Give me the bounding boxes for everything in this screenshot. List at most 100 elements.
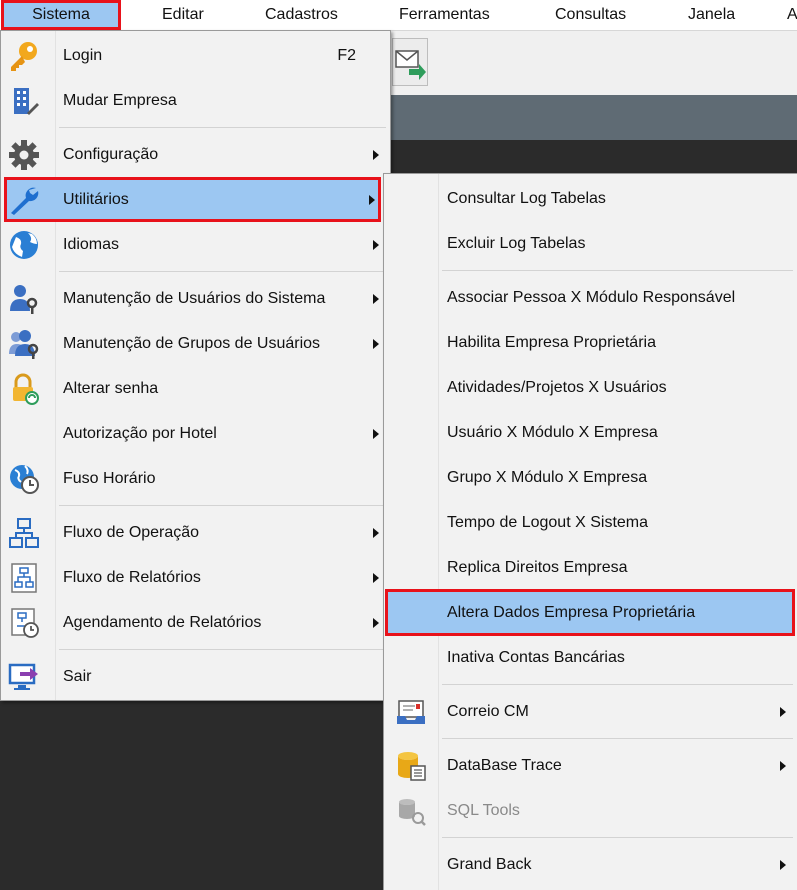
shortcut-label: F2	[337, 47, 356, 64]
menu-consultas[interactable]: Consultas	[555, 0, 626, 30]
menu-item-label: Tempo de Logout X Sistema	[447, 514, 649, 531]
menu-ajuda[interactable]: A	[787, 0, 797, 30]
menu-item-database-trace[interactable]: DataBase Trace	[385, 744, 796, 787]
menu-item-atividades-projetos[interactable]: Atividades/Projetos X Usuários	[385, 366, 796, 409]
menu-item-idiomas[interactable]: Idiomas	[2, 223, 389, 266]
menu-item-manutencao-usuarios[interactable]: Manutenção de Usuários do Sistema	[2, 277, 389, 320]
menu-item-label: Replica Direitos Empresa	[447, 559, 628, 576]
menu-item-label: Habilita Empresa Proprietária	[447, 334, 656, 351]
submenu-arrow-icon	[373, 618, 379, 628]
menu-item-fluxo-relatorios[interactable]: Fluxo de Relatórios	[2, 556, 389, 599]
menu-item-label: Autorização por Hotel	[63, 425, 217, 442]
menu-item-label: Atividades/Projetos X Usuários	[447, 379, 667, 396]
sql-tools-icon	[395, 795, 427, 827]
menu-item-label: Usuário X Módulo X Empresa	[447, 424, 658, 441]
menu-item-label: Inativa Contas Bancárias	[447, 649, 625, 666]
menu-item-grupo-modulo-empresa[interactable]: Grupo X Módulo X Empresa	[385, 456, 796, 499]
submenu-arrow-icon	[373, 573, 379, 583]
menu-item-mudar-empresa[interactable]: Mudar Empresa	[2, 79, 389, 122]
menu-item-configuracao[interactable]: Configuração	[2, 133, 389, 176]
wrench-icon	[8, 184, 40, 216]
submenu-arrow-icon	[780, 761, 786, 771]
mail-tray-icon	[395, 696, 427, 728]
menu-item-label: Fluxo de Relatórios	[63, 569, 201, 586]
menu-item-label: Utilitários	[63, 191, 129, 208]
menu-item-login[interactable]: Login F2	[2, 34, 389, 77]
menu-item-label: Manutenção de Usuários do Sistema	[63, 290, 326, 307]
menu-separator	[59, 127, 386, 128]
exit-monitor-icon	[8, 661, 40, 693]
submenu-arrow-icon	[369, 195, 375, 205]
menu-item-label: Configuração	[63, 146, 159, 163]
menu-item-consultar-log-tabelas[interactable]: Consultar Log Tabelas	[385, 177, 796, 220]
mail-send-icon	[395, 50, 426, 80]
flowchart-icon	[8, 517, 40, 549]
toolbar	[380, 31, 797, 95]
window-title-strip	[380, 95, 797, 140]
menu-item-label: Fluxo de Operação	[63, 524, 200, 541]
menu-sistema[interactable]: Sistema	[1, 0, 121, 30]
menu-separator	[442, 738, 793, 739]
report-schedule-icon	[8, 607, 40, 639]
menu-item-label: Grand Back	[447, 856, 532, 873]
menu-item-replica-direitos[interactable]: Replica Direitos Empresa	[385, 546, 796, 589]
menu-item-label: Excluir Log Tabelas	[447, 235, 586, 252]
building-icon	[8, 85, 40, 117]
user-key-icon	[8, 283, 40, 315]
menu-item-grand-back[interactable]: Grand Back	[385, 843, 796, 886]
menu-editar[interactable]: Editar	[162, 0, 204, 30]
menu-item-manutencao-grupos[interactable]: Manutenção de Grupos de Usuários	[2, 322, 389, 365]
menu-item-label: Altera Dados Empresa Proprietária	[447, 604, 696, 621]
menu-item-autorizacao-hotel[interactable]: Autorização por Hotel	[2, 412, 389, 455]
submenu-arrow-icon	[373, 429, 379, 439]
menu-item-tempo-logout[interactable]: Tempo de Logout X Sistema	[385, 501, 796, 544]
submenu-arrow-icon	[373, 294, 379, 304]
menu-item-fuso-horario[interactable]: Fuso Horário	[2, 457, 389, 500]
gear-icon	[8, 139, 40, 171]
menu-item-sql-tools[interactable]: SQL Tools	[385, 789, 796, 832]
globe-clock-icon	[8, 463, 40, 495]
menu-bar: Sistema Editar Cadastros Ferramentas Con…	[0, 0, 797, 31]
menu-item-label: Sair	[63, 668, 92, 685]
menu-item-sair[interactable]: Sair	[2, 655, 389, 698]
menu-item-label: Idiomas	[63, 236, 120, 253]
menu-item-alterar-senha[interactable]: Alterar senha	[2, 367, 389, 410]
submenu-arrow-icon	[373, 150, 379, 160]
submenu-arrow-icon	[780, 707, 786, 717]
menu-icon-gutter	[1, 31, 56, 700]
menu-item-agendamento-relatorios[interactable]: Agendamento de Relatórios	[2, 601, 389, 644]
menu-item-associar-pessoa-modulo[interactable]: Associar Pessoa X Módulo Responsável	[385, 276, 796, 319]
submenu-arrow-icon	[373, 240, 379, 250]
menu-ferramentas[interactable]: Ferramentas	[399, 0, 490, 30]
menu-separator	[59, 649, 386, 650]
menu-item-usuario-modulo-empresa[interactable]: Usuário X Módulo X Empresa	[385, 411, 796, 454]
menu-item-label: Manutenção de Grupos de Usuários	[63, 335, 321, 352]
menu-cadastros[interactable]: Cadastros	[265, 0, 338, 30]
menu-item-label: Agendamento de Relatórios	[63, 614, 262, 631]
toolbar-mail-button[interactable]	[392, 38, 428, 86]
menu-item-altera-dados-empresa[interactable]: Altera Dados Empresa Proprietária	[385, 589, 795, 636]
menu-separator	[442, 270, 793, 271]
menu-item-label: Associar Pessoa X Módulo Responsável	[447, 289, 736, 306]
lock-refresh-icon	[8, 373, 40, 405]
menu-item-label: Grupo X Módulo X Empresa	[447, 469, 648, 486]
sistema-menu: Login F2 Mudar Empresa Configuração Util…	[0, 30, 391, 701]
menu-janela[interactable]: Janela	[688, 0, 735, 30]
key-icon	[8, 40, 40, 72]
users-key-icon	[8, 328, 40, 360]
menu-item-label: SQL Tools	[447, 802, 520, 819]
menu-item-fluxo-operacao[interactable]: Fluxo de Operação	[2, 511, 389, 554]
menu-item-label: Consultar Log Tabelas	[447, 190, 606, 207]
menu-separator	[59, 505, 386, 506]
menu-item-label: Correio CM	[447, 703, 529, 720]
menu-item-excluir-log-tabelas[interactable]: Excluir Log Tabelas	[385, 222, 796, 265]
menu-item-label: Mudar Empresa	[63, 92, 177, 109]
menu-separator	[442, 837, 793, 838]
menu-item-utilitarios[interactable]: Utilitários	[4, 177, 381, 222]
menu-item-label: Alterar senha	[63, 380, 159, 397]
menu-item-inativa-contas[interactable]: Inativa Contas Bancárias	[385, 636, 796, 679]
submenu-arrow-icon	[780, 860, 786, 870]
menu-item-correio-cm[interactable]: Correio CM	[385, 690, 796, 733]
menu-item-habilita-empresa[interactable]: Habilita Empresa Proprietária	[385, 321, 796, 364]
database-trace-icon	[395, 750, 427, 782]
